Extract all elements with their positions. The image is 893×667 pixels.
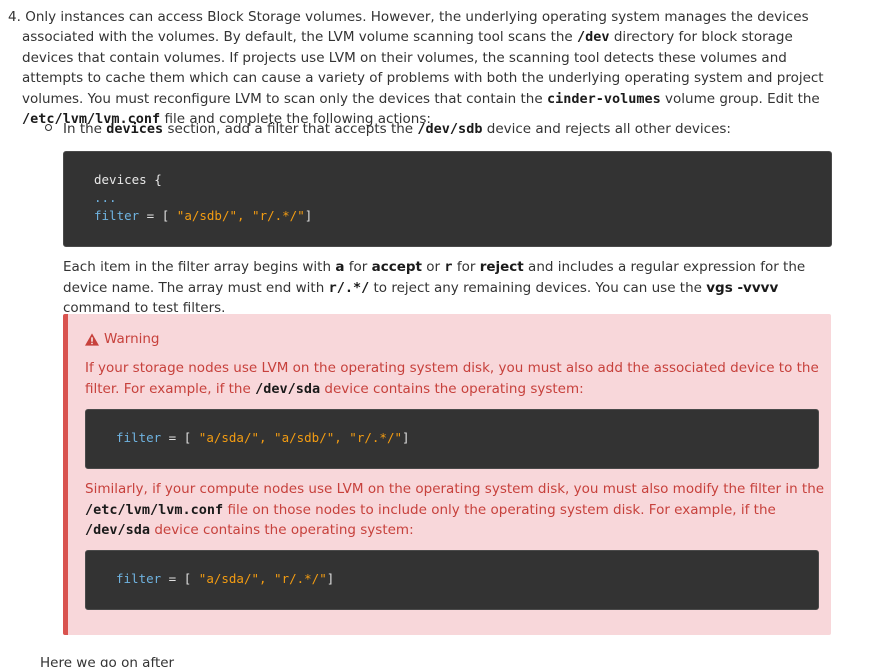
code-line: filter = [ "a/sda/", "r/.*/"] (116, 571, 335, 586)
code-line: filter = [ "a/sdb/", "r/.*/"] (94, 208, 313, 223)
inline-code: /dev/sda (85, 522, 151, 538)
step-number: 4. (8, 9, 21, 25)
code-block-sda-sdb: filter = [ "a/sda/", "a/sdb/", "r/.*/"] (85, 409, 819, 469)
next-step-text-partial: Here we go on after (40, 655, 175, 667)
inline-code: /dev (577, 29, 610, 46)
inline-code: /etc/lvm/lvm.conf (85, 501, 224, 518)
inline-code: devices (106, 121, 164, 137)
code-block-devices: devices { ... filter = [ "a/sdb/", "r/.*… (63, 151, 832, 247)
warning-admonition: Warning If your storage nodes use LVM on… (63, 314, 831, 635)
code-line: filter = [ "a/sda/", "a/sdb/", "r/.*/"] (116, 430, 410, 445)
warning-title: Warning (85, 331, 160, 347)
sub-step-devices: In the devices section, add a filter tha… (63, 121, 731, 137)
inline-code: /dev/sda (255, 380, 321, 397)
document-page: 4. Only instances can access Block Stora… (0, 0, 893, 667)
code-line: devices { (94, 172, 162, 187)
warning-triangle-icon (85, 332, 99, 346)
warning-paragraph-2: Similarly, if your compute nodes use LVM… (85, 481, 825, 538)
inline-code: cinder-volumes (546, 90, 661, 107)
step-4-paragraph: 4. Only instances can access Block Stora… (8, 9, 824, 128)
inline-code: /dev/sdb (417, 121, 483, 137)
warning-paragraph-1: If your storage nodes use LVM on the ope… (85, 360, 819, 397)
code-line: ... (94, 190, 117, 205)
bullet-circle-icon (45, 124, 52, 131)
inline-code: r/.*/ (328, 279, 370, 296)
filter-explanation: Each item in the filter array begins wit… (63, 259, 806, 316)
code-block-sda: filter = [ "a/sda/", "r/.*/"] (85, 550, 819, 610)
